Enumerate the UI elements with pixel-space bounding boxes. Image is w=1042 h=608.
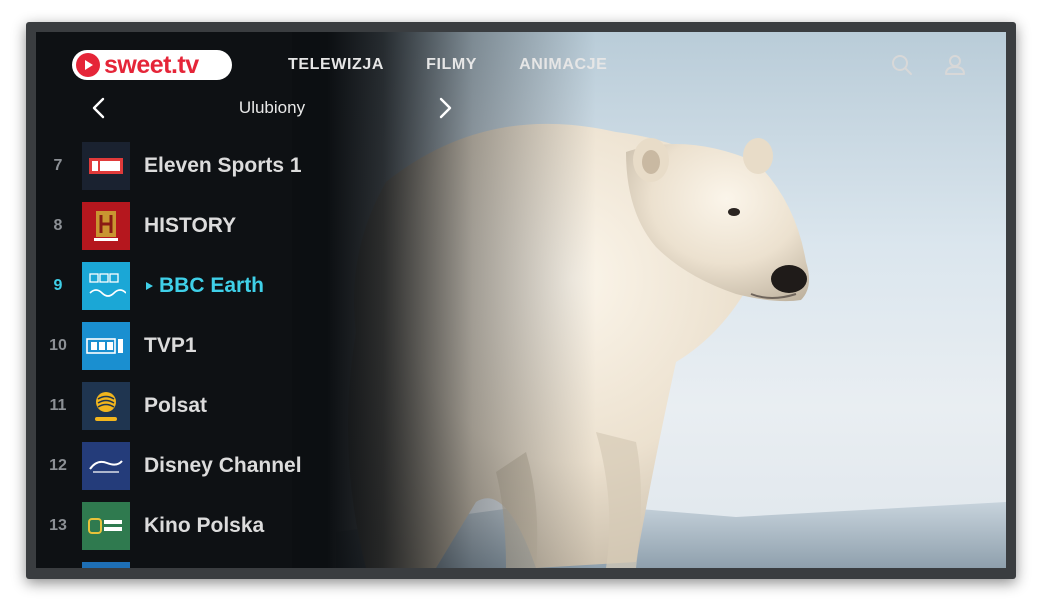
channel-number: 9 bbox=[53, 277, 63, 294]
channel-number: 10 bbox=[49, 337, 67, 354]
user-icon[interactable] bbox=[943, 53, 967, 77]
channel-number: 8 bbox=[53, 217, 63, 234]
channel-name: Kino Polska bbox=[144, 514, 265, 537]
channel-name: Eleven Sports 1 bbox=[144, 154, 302, 177]
nav-item-telewizja[interactable]: TELEWIZJA bbox=[288, 56, 384, 74]
disney-channel-logo bbox=[82, 442, 130, 490]
channel-number: 12 bbox=[49, 457, 67, 474]
channel-name: BBC Earth bbox=[159, 274, 265, 297]
polsat-logo bbox=[82, 382, 130, 430]
search-icon[interactable] bbox=[890, 53, 914, 77]
channel-number: 13 bbox=[49, 517, 67, 534]
now-playing-icon bbox=[146, 282, 153, 290]
eleven-sports-logo bbox=[82, 142, 130, 190]
history-logo bbox=[82, 202, 130, 250]
channel-name: Disney Channel bbox=[144, 454, 302, 477]
channel-name: Polsat bbox=[144, 394, 208, 417]
channel-name: HISTORY bbox=[144, 214, 237, 237]
channel-name: TVP1 bbox=[144, 334, 197, 357]
channel-row-polsat[interactable]: 11 Polsat bbox=[36, 382, 366, 430]
nav-item-animacje[interactable]: ANIMACJE bbox=[519, 56, 607, 74]
chevron-right-icon[interactable] bbox=[432, 96, 456, 120]
brand-logo[interactable]: sweet.tv bbox=[72, 50, 232, 80]
channel-row-kino-polska[interactable]: 13 Kino Polska bbox=[36, 502, 366, 550]
bbc-earth-logo bbox=[82, 262, 130, 310]
brand-logo-text: sweet.tv bbox=[104, 50, 199, 79]
channel-number: 11 bbox=[49, 397, 67, 414]
tv-screen: sweet.tv TELEWIZJA FILMY ANIMACJE Ulubio… bbox=[36, 32, 1006, 568]
channel-row-disney-channel[interactable]: 12 Disney Channel bbox=[36, 442, 366, 490]
tvp1-logo bbox=[82, 322, 130, 370]
chevron-left-icon[interactable] bbox=[88, 96, 112, 120]
nav-item-filmy[interactable]: FILMY bbox=[426, 56, 477, 74]
main-nav: TELEWIZJA FILMY ANIMACJE bbox=[288, 56, 607, 74]
channel-row-tvp1[interactable]: 10 TVP1 bbox=[36, 322, 366, 370]
channel-row-bbc-earth[interactable]: 9 BBC Earth bbox=[36, 262, 366, 310]
kino-polska-logo bbox=[82, 502, 130, 550]
tv-frame: sweet.tv TELEWIZJA FILMY ANIMACJE Ulubio… bbox=[26, 22, 1016, 579]
channel-number: 7 bbox=[53, 157, 63, 174]
channel-logo-partial bbox=[82, 562, 130, 568]
category-title: Ulubiony bbox=[238, 98, 306, 117]
channel-row-history[interactable]: 8 HISTORY bbox=[36, 202, 366, 250]
play-logo-icon bbox=[76, 53, 100, 77]
channel-row-eleven-sports-1[interactable]: 7 Eleven Sports 1 bbox=[36, 142, 366, 190]
